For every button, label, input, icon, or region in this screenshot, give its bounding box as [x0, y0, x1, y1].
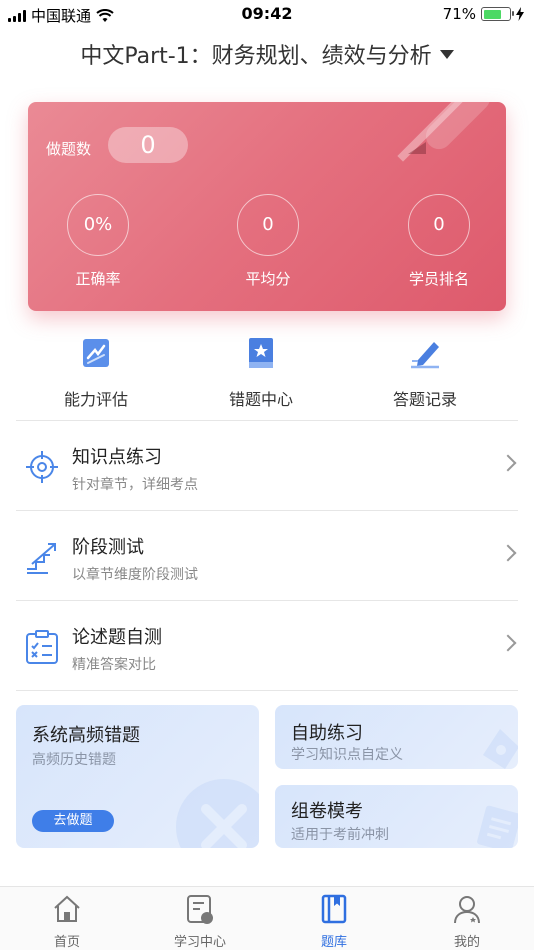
quick-label: 错题中心 — [228, 390, 293, 409]
tab-question-bank[interactable]: 题库 — [284, 893, 384, 950]
stairs-icon — [27, 543, 56, 574]
list-item-title: 知识点练习 — [72, 447, 162, 468]
quick-wrong-book[interactable]: 错题中心 — [191, 336, 331, 410]
tab-home[interactable]: 首页 — [17, 893, 117, 950]
go-practice-button[interactable]: 去做题 — [32, 810, 114, 832]
study-center-icon — [187, 895, 213, 924]
home-icon — [54, 895, 80, 922]
quick-answer-record[interactable]: 答题记录 — [355, 336, 495, 410]
list-item-subtitle: 针对章节，详细考点 — [72, 477, 198, 493]
stat-label: 正确率 — [75, 270, 121, 288]
subject-selector[interactable]: 中文Part-1：财务规划、绩效与分析 — [0, 38, 534, 70]
card-high-frequency-mistakes[interactable]: 系统高频错题 高频历史错题 去做题 — [16, 705, 259, 848]
page-title: 中文Part-1：财务规划、绩效与分析 — [80, 44, 432, 69]
pen-record-icon — [411, 342, 439, 369]
list-item-subtitle: 以章节维度阶段测试 — [72, 567, 198, 583]
card-self-practice[interactable]: 自助练习 学习知识点自定义 — [275, 705, 518, 769]
close-circle-icon — [176, 779, 259, 848]
question-bank-icon — [321, 894, 347, 924]
chevron-right-icon — [499, 544, 517, 562]
divider — [16, 690, 518, 691]
wrong-book-icon — [249, 338, 273, 368]
tab-label: 我的 — [453, 935, 480, 950]
tab-profile[interactable]: 我的 — [417, 893, 517, 950]
card-subtitle: 高频历史错题 — [32, 752, 116, 768]
stat-label: 平均分 — [245, 270, 291, 288]
card-mock-exam[interactable]: 组卷模考 适用于考前冲刺 — [275, 785, 518, 848]
stat-value: 0 — [408, 194, 470, 256]
battery-percent: 71% — [442, 5, 476, 23]
list-item-stage-test[interactable]: 阶段测试 以章节维度阶段测试 — [16, 511, 518, 601]
quick-label: 答题记录 — [392, 390, 457, 409]
target-icon — [26, 451, 58, 483]
tab-label: 题库 — [320, 935, 347, 950]
chevron-right-icon — [499, 454, 517, 472]
list-item-knowledge-practice[interactable]: 知识点练习 针对章节，详细考点 — [16, 421, 518, 511]
done-count-value: 0 — [108, 127, 188, 163]
card-title: 自助练习 — [291, 723, 363, 744]
list-item-essay-selftest[interactable]: 论述题自测 精准答案对比 — [16, 601, 518, 691]
tab-label: 学习中心 — [173, 935, 226, 950]
clipboard-icon — [26, 630, 58, 664]
done-count-label: 做题数 — [46, 140, 92, 158]
card-title: 组卷模考 — [291, 801, 363, 822]
quick-ability-assessment[interactable]: 能力评估 — [26, 336, 166, 410]
profile-icon — [454, 896, 480, 924]
chevron-right-icon — [499, 634, 517, 652]
card-title: 系统高频错题 — [32, 725, 140, 746]
tab-study-center[interactable]: 学习中心 — [150, 893, 250, 950]
quick-label: 能力评估 — [63, 390, 128, 409]
status-bar: 中国联通 09:42 71% — [0, 0, 534, 28]
stat-accuracy: 0% 正确率 — [48, 194, 148, 289]
stat-rank: 0 学员排名 — [389, 194, 489, 289]
stat-average-score: 0 平均分 — [218, 194, 318, 289]
dropdown-caret-icon — [439, 49, 454, 59]
stat-value: 0 — [237, 194, 299, 256]
list-item-title: 阶段测试 — [72, 537, 144, 558]
paper-icon — [477, 805, 518, 848]
tab-label: 首页 — [53, 935, 80, 950]
tab-bar: 首页 学习中心 题库 我的 — [0, 886, 534, 950]
card-subtitle: 学习知识点自定义 — [291, 747, 403, 763]
charging-icon — [516, 7, 524, 21]
stat-label: 学员排名 — [408, 270, 469, 288]
list-item-title: 论述题自测 — [72, 627, 162, 648]
ability-icon — [83, 339, 109, 367]
pen-nib-icon — [483, 729, 518, 769]
card-subtitle: 适用于考前冲刺 — [291, 827, 389, 843]
stat-value: 0% — [67, 194, 129, 256]
list-item-subtitle: 精准答案对比 — [72, 657, 156, 673]
battery-icon — [481, 7, 514, 21]
stats-card: 做题数 0 0% 正确率 0 平均分 0 学员排名 — [28, 102, 506, 311]
